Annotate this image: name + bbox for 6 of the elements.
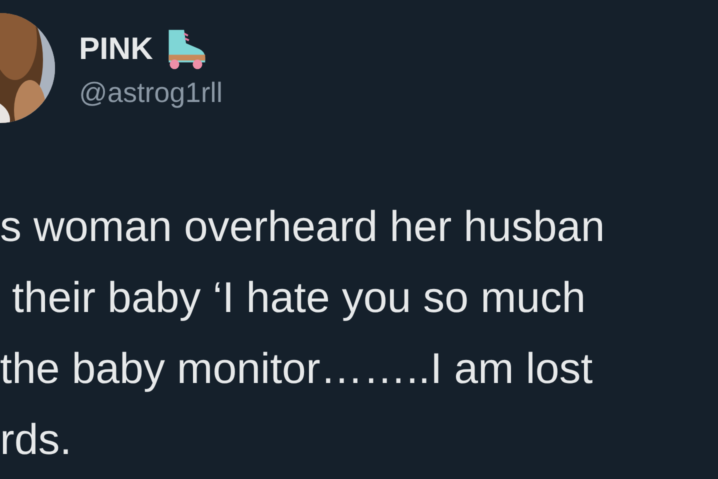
tweet-text-line: s woman overheard her husban (0, 202, 605, 253)
user-handle[interactable]: @astrog1rll (79, 77, 223, 109)
tweet-text-line: the baby monitor……..I am lost (0, 344, 593, 395)
display-name: PINK (79, 31, 154, 67)
tweet-text-line: rds. (0, 415, 72, 466)
tweet-text-line: their baby ‘I hate you so much (10, 273, 586, 324)
